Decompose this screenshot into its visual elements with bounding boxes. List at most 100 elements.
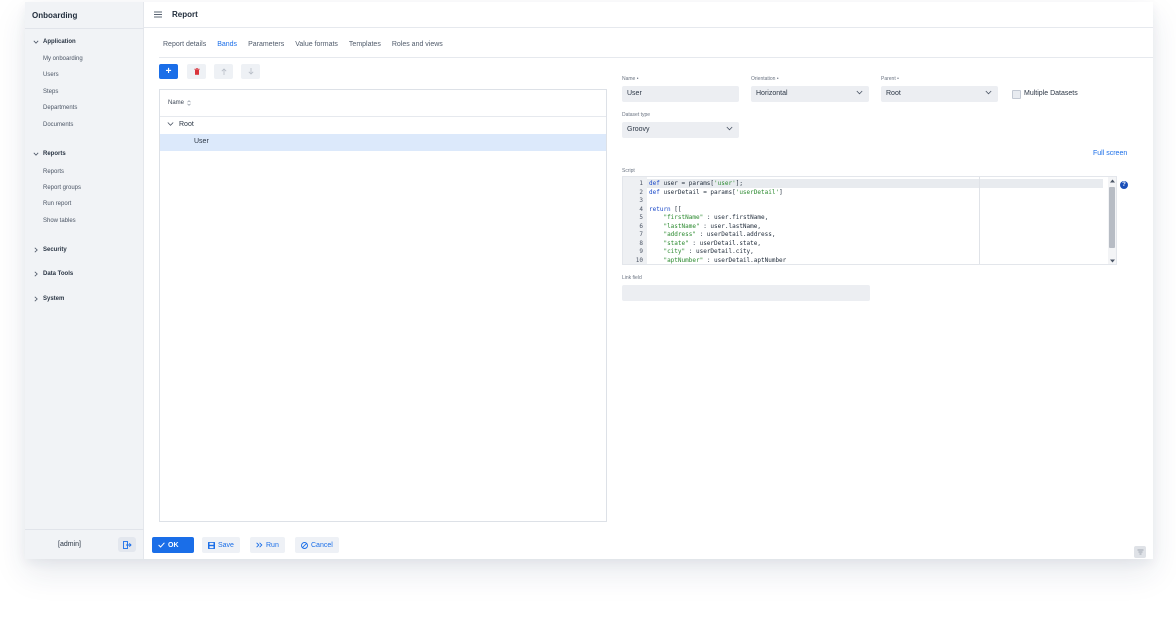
- bands-tree: Name Root User: [159, 89, 607, 522]
- multiple-datasets-checkbox[interactable]: [1012, 90, 1021, 99]
- line-number: 9: [639, 248, 643, 255]
- code-line: def userDetail = params['userDetail']: [649, 188, 783, 196]
- sidebar-item-run-report[interactable]: Run report: [43, 201, 71, 207]
- line-number-gutter: 1 2 3 4 5 6 7 8 9 10: [623, 177, 647, 264]
- sidebar-group-label: Application: [43, 38, 76, 45]
- tab-value-formats[interactable]: Value formats: [295, 41, 338, 51]
- line-number: 3: [639, 197, 643, 204]
- help-icon[interactable]: ?: [1120, 181, 1128, 189]
- sidebar-item-documents[interactable]: Documents: [43, 122, 73, 128]
- chevron-right-icon: [32, 295, 39, 302]
- line-number: 7: [639, 231, 643, 238]
- code-line: def user = params['user'];: [649, 180, 743, 187]
- add-band-button[interactable]: +: [159, 64, 178, 79]
- scroll-up-icon[interactable]: [1110, 179, 1115, 183]
- sort-icon: [187, 100, 191, 106]
- chevron-down-icon[interactable]: [167, 121, 174, 129]
- chevron-right-icon: [32, 270, 39, 277]
- hamburger-icon: [154, 11, 162, 18]
- sidebar-item-steps[interactable]: Steps: [43, 89, 58, 95]
- chevron-right-icon: [32, 246, 39, 253]
- script-label: Script: [622, 168, 635, 174]
- sidebar-group-security[interactable]: Security: [32, 246, 67, 253]
- code-line: "lastName" : user.lastName,: [663, 222, 761, 230]
- arrow-up-icon: [221, 68, 226, 75]
- name-label: Name •: [622, 76, 639, 82]
- tree-row-root[interactable]: Root: [160, 118, 606, 133]
- app-title: Onboarding: [32, 11, 78, 20]
- check-icon: [158, 542, 165, 548]
- link-field-label: Link field: [622, 275, 642, 281]
- script-editor[interactable]: 1 2 3 4 5 6 7 8 9 10 def user = params['…: [622, 176, 1117, 265]
- tree-row-user[interactable]: User: [160, 134, 606, 151]
- tab-roles-and-views[interactable]: Roles and views: [392, 41, 443, 51]
- sidebar-group-application[interactable]: Application: [32, 38, 76, 45]
- line-number: 8: [639, 239, 643, 247]
- tree-header: Name: [160, 90, 606, 117]
- cancel-button[interactable]: Cancel: [295, 537, 339, 553]
- tab-bands[interactable]: Bands: [217, 41, 237, 51]
- run-button[interactable]: Run: [250, 537, 285, 553]
- line-number: 4: [639, 205, 643, 213]
- top-bar: Report: [144, 2, 1153, 28]
- save-button-label: Save: [218, 541, 234, 549]
- filter-toggle-button[interactable]: [1134, 546, 1146, 558]
- sidebar-group-data-tools[interactable]: Data Tools: [32, 270, 73, 277]
- parent-select[interactable]: Root: [881, 86, 998, 102]
- sidebar: Onboarding Application My onboarding Use…: [25, 2, 144, 559]
- app-window: Onboarding Application My onboarding Use…: [25, 2, 1153, 559]
- scrollbar-thumb[interactable]: [1109, 187, 1115, 248]
- scroll-down-icon[interactable]: [1110, 259, 1115, 263]
- sidebar-group-label: Reports: [43, 150, 66, 157]
- menu-toggle-button[interactable]: [154, 11, 162, 20]
- logout-icon: [122, 540, 132, 549]
- current-user: [admin]: [58, 541, 81, 548]
- sidebar-item-show-tables[interactable]: Show tables: [43, 218, 76, 224]
- move-up-button[interactable]: [214, 64, 233, 79]
- sidebar-group-reports[interactable]: Reports: [32, 150, 66, 157]
- chevron-down-icon: [726, 126, 733, 133]
- line-number: 10: [635, 256, 643, 264]
- column-header-name[interactable]: Name: [168, 100, 191, 106]
- tab-parameters[interactable]: Parameters: [248, 41, 284, 51]
- print-margin: [979, 177, 980, 264]
- sidebar-item-reports[interactable]: Reports: [43, 169, 64, 175]
- sidebar-item-my-onboarding[interactable]: My onboarding: [43, 56, 83, 62]
- sidebar-item-departments[interactable]: Departments: [43, 105, 77, 111]
- code-line: return [[: [649, 205, 682, 213]
- code-line: "state" : userDetail.state,: [663, 239, 761, 247]
- delete-band-button[interactable]: [187, 64, 206, 79]
- code-line: "address" : userDetail.address,: [663, 231, 776, 238]
- tab-divider: [159, 57, 1153, 58]
- tree-row-label: User: [194, 138, 209, 145]
- code-line: "firstName" : user.firstName,: [663, 214, 769, 221]
- link-field-input[interactable]: [622, 285, 870, 301]
- save-icon: [208, 541, 215, 549]
- filter-icon: [1137, 549, 1143, 554]
- double-chevron-right-icon: [256, 542, 263, 548]
- editor-scrollbar[interactable]: [1108, 177, 1116, 264]
- move-down-button[interactable]: [241, 64, 260, 79]
- multiple-datasets-label: Multiple Datasets: [1024, 90, 1078, 97]
- code-line: "city" : userDetail.city,: [663, 248, 754, 255]
- logout-button[interactable]: [118, 537, 136, 552]
- sidebar-item-users[interactable]: Users: [43, 72, 59, 78]
- plus-icon: +: [165, 65, 172, 77]
- tab-report-details[interactable]: Report details: [163, 41, 206, 51]
- ok-button[interactable]: OK: [152, 537, 194, 553]
- save-button[interactable]: Save: [202, 537, 240, 553]
- line-number: 6: [639, 222, 643, 230]
- dataset-type-select[interactable]: Groovy: [622, 122, 739, 138]
- orientation-select[interactable]: Horizontal: [751, 86, 869, 102]
- sidebar-group-label: System: [43, 295, 65, 302]
- column-header-label: Name: [168, 100, 185, 106]
- sidebar-group-label: Security: [43, 246, 67, 253]
- full-screen-link[interactable]: Full screen: [1093, 150, 1127, 157]
- name-field[interactable]: User: [622, 86, 739, 102]
- cancel-button-label: Cancel: [311, 541, 333, 549]
- line-number: 5: [639, 214, 643, 221]
- sidebar-group-system[interactable]: System: [32, 295, 64, 302]
- run-button-label: Run: [266, 541, 279, 549]
- tab-templates[interactable]: Templates: [349, 41, 381, 51]
- sidebar-item-report-groups[interactable]: Report groups: [43, 185, 81, 191]
